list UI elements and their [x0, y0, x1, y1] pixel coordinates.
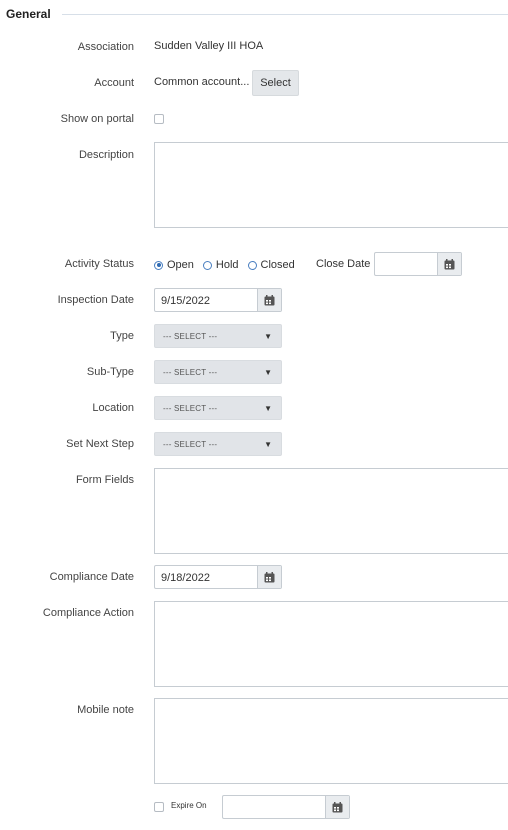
section-divider [62, 14, 508, 15]
chevron-down-icon: ▼ [264, 404, 272, 413]
location-select-value: --- SELECT --- [163, 404, 218, 413]
compliance-action-textarea[interactable] [154, 601, 508, 687]
location-select[interactable]: --- SELECT --- ▼ [154, 396, 282, 420]
status-closed-label: Closed [260, 259, 295, 271]
association-value: Sudden Valley III HOA [154, 40, 264, 52]
close-date-label: Close Date [316, 258, 371, 270]
form-fields-label: Form Fields [75, 474, 134, 486]
inspection-date-label: Inspection Date [57, 294, 134, 306]
expire-on-label: Expire On [171, 801, 207, 810]
account-value: Common account... [154, 76, 250, 88]
status-open-option[interactable]: Open [154, 259, 194, 271]
chevron-down-icon: ▼ [264, 368, 272, 377]
account-label: Account [94, 77, 134, 89]
location-label: Location [92, 402, 134, 414]
description-textarea[interactable] [154, 142, 508, 228]
status-closed-option[interactable]: Closed [247, 259, 295, 271]
calendar-icon [264, 294, 275, 305]
form-fields-textarea[interactable] [154, 468, 508, 554]
status-hold-option[interactable]: Hold [202, 259, 239, 271]
calendar-icon [332, 801, 343, 812]
type-label: Type [110, 330, 134, 342]
inspection-date-calendar-button[interactable] [257, 289, 281, 311]
association-label: Association [77, 41, 134, 53]
type-select-value: --- SELECT --- [163, 332, 218, 341]
type-select[interactable]: --- SELECT --- ▼ [154, 324, 282, 348]
close-date-input[interactable] [374, 252, 462, 276]
section-title: General [6, 7, 51, 21]
chevron-down-icon: ▼ [264, 440, 272, 449]
compliance-date-calendar-button[interactable] [257, 566, 281, 588]
expire-on-calendar-button[interactable] [325, 796, 349, 818]
inspection-date-input[interactable]: 9/15/2022 [154, 288, 282, 312]
set-next-step-select[interactable]: --- SELECT --- ▼ [154, 432, 282, 456]
inspection-date-value: 9/15/2022 [161, 295, 210, 307]
sub-type-label: Sub-Type [86, 366, 134, 378]
status-open-label: Open [167, 259, 194, 271]
compliance-date-input[interactable]: 9/18/2022 [154, 565, 282, 589]
show-on-portal-checkbox[interactable] [154, 114, 164, 124]
status-closed-radio[interactable] [247, 260, 257, 270]
activity-status-label: Activity Status [64, 258, 134, 270]
show-on-portal-label: Show on portal [60, 113, 134, 125]
description-label: Description [78, 149, 134, 161]
status-hold-label: Hold [215, 259, 239, 271]
set-next-step-label: Set Next Step [66, 438, 134, 450]
activity-status-radio-group: Open Hold Closed [154, 258, 304, 272]
expire-on-checkbox[interactable] [154, 802, 164, 812]
chevron-down-icon: ▼ [264, 332, 272, 341]
mobile-note-label: Mobile note [77, 704, 134, 716]
status-open-radio[interactable] [154, 260, 163, 270]
compliance-date-value: 9/18/2022 [161, 572, 210, 584]
status-hold-radio[interactable] [202, 260, 212, 270]
expire-on-date-input[interactable] [222, 795, 350, 819]
compliance-date-label: Compliance Date [49, 571, 134, 583]
sub-type-select[interactable]: --- SELECT --- ▼ [154, 360, 282, 384]
account-select-button[interactable]: Select [252, 70, 299, 96]
close-date-calendar-button[interactable] [437, 253, 461, 275]
calendar-icon [444, 258, 455, 269]
mobile-note-textarea[interactable] [154, 698, 508, 784]
compliance-action-label: Compliance Action [42, 607, 134, 619]
sub-type-select-value: --- SELECT --- [163, 368, 218, 377]
set-next-step-select-value: --- SELECT --- [163, 440, 218, 449]
calendar-icon [264, 571, 275, 582]
